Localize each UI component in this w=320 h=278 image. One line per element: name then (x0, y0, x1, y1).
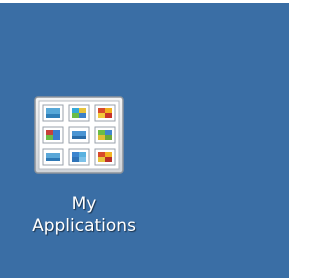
label-line-1: My (71, 194, 97, 214)
desktop[interactable]: My Applications (0, 0, 292, 278)
applications-grid-icon (34, 96, 124, 174)
top-edge (0, 0, 292, 3)
right-edge (289, 0, 292, 278)
label-line-2: Applications (32, 216, 136, 236)
my-applications-label: My Applications (14, 193, 154, 237)
my-applications-desktop-icon[interactable]: My Applications (14, 92, 154, 252)
